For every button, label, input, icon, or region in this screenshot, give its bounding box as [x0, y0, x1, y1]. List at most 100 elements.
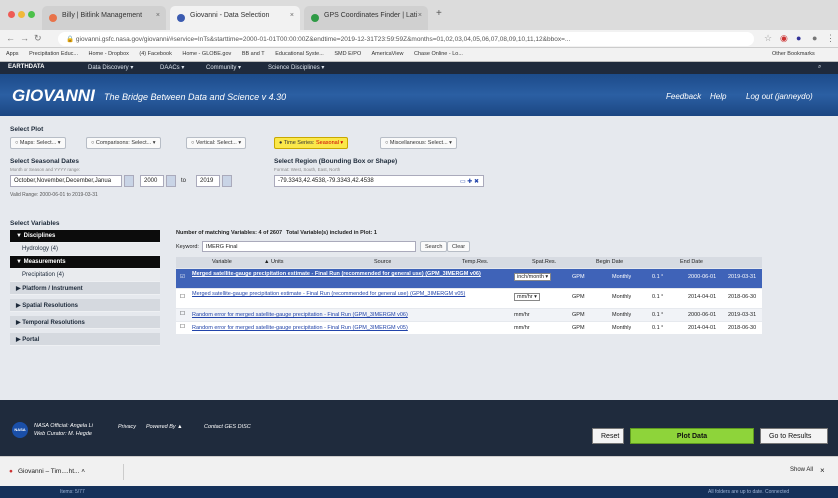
- show-all-button[interactable]: Show All: [790, 467, 813, 473]
- bookmark-item[interactable]: Home - GLOBE.gov: [182, 51, 231, 57]
- bookmark-apps[interactable]: Apps: [6, 51, 19, 57]
- units-select[interactable]: mm/hr ▾: [514, 293, 540, 301]
- variable-name[interactable]: Merged satellite-gauge precipitation est…: [192, 291, 510, 298]
- nav-daacs[interactable]: DAACs ▾: [160, 64, 184, 71]
- plot-option-miscellaneous[interactable]: ○ Miscellaneous: Select... ▾: [380, 137, 457, 149]
- bookmark-item[interactable]: Educational Syste...: [275, 51, 324, 57]
- new-tab-button[interactable]: +: [436, 8, 442, 19]
- search-button[interactable]: Search: [420, 241, 448, 252]
- season-calendar-icon[interactable]: [124, 175, 134, 187]
- start-year-calendar-icon[interactable]: [166, 175, 176, 187]
- facet-hydrology[interactable]: Hydrology (4): [10, 243, 160, 256]
- go-to-results-button[interactable]: Go to Results: [760, 428, 828, 444]
- table-row[interactable]: ☐ Merged satellite-gauge precipitation e…: [176, 289, 762, 308]
- contact-link[interactable]: Contact GES DISC: [204, 424, 251, 430]
- row-checkbox[interactable]: ☐: [180, 294, 185, 300]
- privacy-link[interactable]: Privacy: [118, 424, 136, 430]
- tab-giovanni[interactable]: Giovanni - Data Selection ×: [170, 6, 300, 30]
- table-row[interactable]: ☐ Random error for merged satellite-gaug…: [176, 309, 762, 321]
- facet-disciplines[interactable]: ▼ Disciplines: [10, 230, 160, 243]
- row-spat-res: 0.1 °: [652, 312, 664, 318]
- facet-portal[interactable]: ▶ Portal: [10, 333, 160, 346]
- giovanni-logo[interactable]: GIOVANNI: [12, 86, 95, 106]
- close-downloads-icon[interactable]: ×: [820, 466, 825, 475]
- chevron-up-icon[interactable]: ˄: [81, 468, 85, 475]
- nav-science-disciplines[interactable]: Science Disciplines ▾: [268, 64, 324, 71]
- col-source[interactable]: Source: [374, 259, 391, 265]
- col-units[interactable]: ▲ Units: [264, 259, 284, 265]
- variable-name[interactable]: Random error for merged satellite-gauge …: [192, 325, 408, 331]
- profile-icon[interactable]: ●: [812, 33, 817, 43]
- bookmark-item[interactable]: Precipitation Educ...: [29, 51, 78, 57]
- file-icon: ●: [9, 468, 13, 475]
- facet-precipitation[interactable]: Precipitation (4): [10, 269, 160, 282]
- facet-temporal[interactable]: ▶ Temporal Resolutions: [10, 316, 160, 329]
- facet-measurements[interactable]: ▼ Measurements: [10, 256, 160, 269]
- start-year-field[interactable]: 2000: [140, 175, 164, 187]
- close-tab-icon[interactable]: ×: [418, 12, 422, 19]
- bookmark-item[interactable]: AmericaView: [371, 51, 403, 57]
- forward-icon[interactable]: →: [20, 33, 29, 43]
- other-bookmarks[interactable]: Other Bookmarks: [772, 51, 815, 57]
- bookmark-item[interactable]: Home - Dropbox: [89, 51, 129, 57]
- keyword-input[interactable]: IMERG Final: [202, 241, 416, 252]
- col-temp-res[interactable]: Temp.Res.: [462, 259, 488, 265]
- row-checkbox[interactable]: ☐: [180, 324, 185, 330]
- reload-icon[interactable]: ↻: [34, 33, 42, 44]
- extension-icon[interactable]: ◉: [780, 33, 788, 44]
- close-window-icon[interactable]: [8, 11, 15, 18]
- keyword-label: Keyword:: [176, 244, 199, 250]
- col-spat-res[interactable]: Spat.Res.: [532, 259, 556, 265]
- url-field[interactable]: 🔒 giovanni.gsfc.nasa.gov/giovanni/#servi…: [58, 32, 754, 46]
- row-checkbox[interactable]: ☑: [180, 274, 185, 280]
- plot-option-time-series[interactable]: ● Time Series: Seasonal ▾: [274, 137, 349, 149]
- variable-name[interactable]: Merged satellite-gauge precipitation est…: [192, 271, 510, 278]
- tab-gps[interactable]: GPS Coordinates Finder | Lati ×: [304, 6, 428, 30]
- end-year-field[interactable]: 2019: [196, 175, 220, 187]
- variable-name[interactable]: Random error for merged satellite-gauge …: [192, 312, 408, 318]
- nav-data-discovery[interactable]: Data Discovery ▾: [88, 64, 133, 71]
- logout-link[interactable]: Log out (janneydo): [746, 92, 813, 101]
- minimize-window-icon[interactable]: [18, 11, 25, 18]
- back-icon[interactable]: ←: [6, 33, 15, 43]
- season-field[interactable]: October,November,December,Janua: [10, 175, 122, 187]
- giovanni-subtitle: The Bridge Between Data and Science v 4.…: [104, 92, 287, 102]
- bookmark-item[interactable]: SMD E/PO: [334, 51, 361, 57]
- plot-option-vertical[interactable]: ○ Vertical: Select... ▾: [186, 137, 247, 149]
- bounding-box-field[interactable]: -79.3343,42.4538,-79.3343,42.4538 ▭ ✚ ✖: [274, 175, 484, 187]
- help-link[interactable]: Help: [710, 92, 726, 101]
- feedback-link[interactable]: Feedback: [666, 92, 701, 101]
- facet-spatial[interactable]: ▶ Spatial Resolutions: [10, 299, 160, 312]
- col-end-date[interactable]: End Date: [680, 259, 703, 265]
- nav-community[interactable]: Community ▾: [206, 64, 241, 71]
- col-variable[interactable]: Variable: [212, 259, 232, 265]
- tab-bitlink[interactable]: Billy | Bitlink Management ×: [42, 6, 166, 30]
- row-end: 2018-06-30: [728, 325, 757, 331]
- maximize-window-icon[interactable]: [28, 11, 35, 18]
- nasa-logo[interactable]: NASA: [12, 422, 28, 438]
- table-row[interactable]: ☑ Merged satellite-gauge precipitation e…: [176, 269, 762, 288]
- clear-button[interactable]: Clear: [447, 241, 471, 252]
- facet-platform[interactable]: ▶ Platform / Instrument: [10, 282, 160, 295]
- map-tools-icon[interactable]: ▭ ✚ ✖: [460, 178, 479, 185]
- bookmark-item[interactable]: BB and T: [242, 51, 265, 57]
- download-item[interactable]: ● Giovanni – Tim....ht... ˄: [6, 464, 124, 480]
- plot-option-maps[interactable]: ○ Maps: Select... ▾: [10, 137, 66, 149]
- extension-icon[interactable]: ●: [796, 33, 801, 43]
- plot-option-comparisons[interactable]: ○ Comparisons: Select... ▾: [86, 137, 161, 149]
- bookmark-item[interactable]: (4) Facebook: [139, 51, 171, 57]
- close-tab-icon[interactable]: ×: [290, 12, 294, 19]
- units-select[interactable]: inch/month ▾: [514, 273, 552, 281]
- earthdata-logo[interactable]: EARTHDATA: [8, 64, 44, 70]
- col-begin-date[interactable]: Begin Date: [596, 259, 623, 265]
- plot-data-button[interactable]: Plot Data: [630, 428, 754, 444]
- reset-button[interactable]: Reset: [592, 428, 624, 444]
- search-icon[interactable]: ⌕: [818, 64, 821, 71]
- bookmark-item[interactable]: Chase Online - Lo...: [414, 51, 463, 57]
- end-year-calendar-icon[interactable]: [222, 175, 232, 187]
- table-row[interactable]: ☐ Random error for merged satellite-gaug…: [176, 322, 762, 334]
- row-checkbox[interactable]: ☐: [180, 311, 185, 317]
- star-icon[interactable]: ☆: [764, 33, 772, 44]
- close-tab-icon[interactable]: ×: [156, 12, 160, 19]
- menu-icon[interactable]: ⋮: [826, 33, 835, 44]
